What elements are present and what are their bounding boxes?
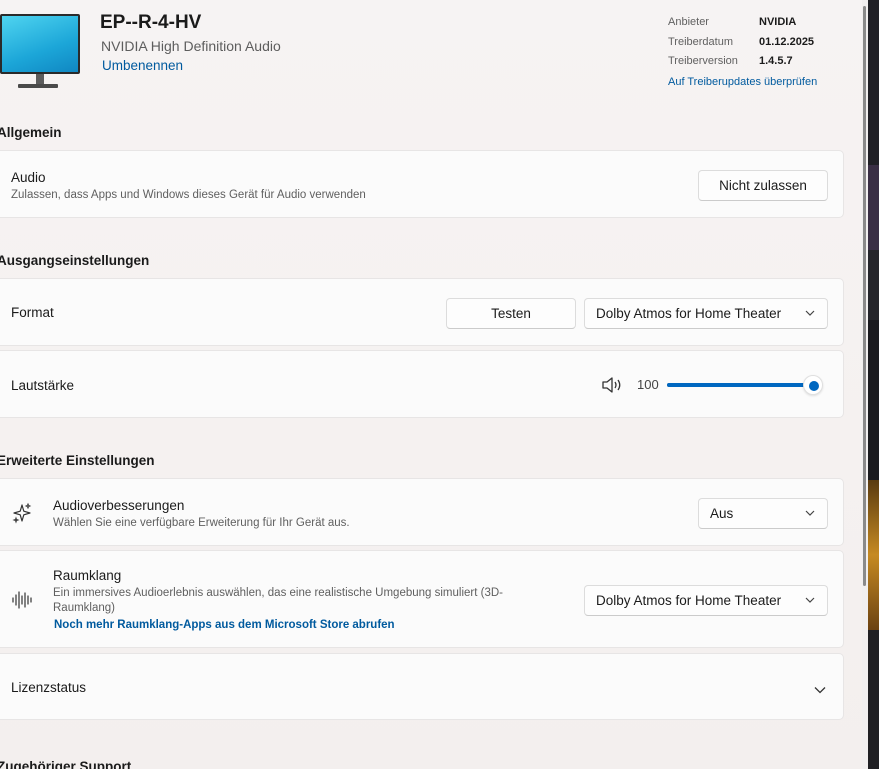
background-desktop xyxy=(868,0,879,769)
sparkle-icon xyxy=(11,502,33,524)
format-label: Format xyxy=(11,305,54,320)
spatial-sound-select[interactable]: Dolby Atmos for Home Theater xyxy=(584,585,828,616)
driver-info-row: Treiberdatum 01.12.2025 xyxy=(668,36,817,56)
driver-info-key: Treiberdatum xyxy=(668,35,734,48)
section-heading-support: Zugehöriger Support xyxy=(0,759,132,769)
enhancements-description: Wählen Sie eine verfügbare Erweiterung f… xyxy=(53,517,350,529)
license-status-label: Lizenzstatus xyxy=(11,680,87,695)
driver-info-value: 01.12.2025 xyxy=(759,35,815,48)
device-name: EP--R-4-HV xyxy=(100,12,202,33)
driver-info-value: NVIDIA xyxy=(759,16,797,28)
license-status-card[interactable]: Lizenzstatus xyxy=(0,653,844,720)
scrollbar-thumb[interactable] xyxy=(863,6,866,586)
volume-value: 100 xyxy=(637,377,659,392)
volume-card: Lautstärke 100 xyxy=(0,350,844,418)
volume-slider[interactable] xyxy=(667,375,823,395)
section-heading-advanced: Erweiterte Einstellungen xyxy=(0,453,155,468)
driver-update-link[interactable]: Auf Treiberupdates überprüfen xyxy=(668,76,817,88)
spatial-sound-card: Raumklang Ein immersives Audioerlebnis a… xyxy=(0,550,844,648)
volume-slider-fill xyxy=(667,383,807,387)
rename-link[interactable]: Umbenennen xyxy=(102,58,183,73)
audio-description: Zulassen, dass Apps und Windows dieses G… xyxy=(11,189,366,201)
volume-slider-thumb[interactable] xyxy=(803,375,823,395)
volume-label: Lautstärke xyxy=(11,378,75,393)
spatial-sound-label: Raumklang xyxy=(53,568,122,583)
store-link[interactable]: Noch mehr Raumklang-Apps aus dem Microso… xyxy=(54,619,395,631)
format-card: Format Testen Dolby Atmos for Home Theat… xyxy=(0,278,844,346)
audio-label: Audio xyxy=(11,170,46,185)
driver-info: Anbieter NVIDIA Treiberdatum 01.12.2025 … xyxy=(668,16,817,88)
chevron-down-icon xyxy=(805,595,815,605)
enhancements-select[interactable]: Aus xyxy=(698,498,828,529)
device-driver-name: NVIDIA High Definition Audio xyxy=(101,38,281,54)
spatial-sound-select-value: Dolby Atmos for Home Theater xyxy=(596,593,782,608)
enhancements-label: Audioverbesserungen xyxy=(53,498,185,513)
driver-info-key: Treiberversion xyxy=(668,55,738,67)
section-heading-output: Ausgangseinstellungen xyxy=(0,253,150,268)
sound-wave-icon xyxy=(11,589,33,611)
driver-info-key: Anbieter xyxy=(668,16,709,28)
driver-info-row: Treiberversion 1.4.5.7 xyxy=(668,55,817,75)
chevron-down-icon xyxy=(805,308,815,318)
monitor-icon xyxy=(0,14,82,90)
format-select-value: Dolby Atmos for Home Theater xyxy=(596,306,782,321)
format-select[interactable]: Dolby Atmos for Home Theater xyxy=(584,298,828,329)
spatial-sound-description: Ein immersives Audioerlebnis auswählen, … xyxy=(53,587,503,614)
speaker-icon[interactable] xyxy=(601,376,623,394)
section-heading-general: Allgemein xyxy=(0,125,62,140)
enhancements-card: Audioverbesserungen Wählen Sie eine verf… xyxy=(0,478,844,546)
test-button[interactable]: Testen xyxy=(446,298,576,329)
driver-info-value: 1.4.5.7 xyxy=(759,55,793,67)
sound-device-properties-window: EP--R-4-HV NVIDIA High Definition Audio … xyxy=(0,0,862,769)
enhancements-select-value: Aus xyxy=(710,506,734,521)
chevron-down-icon xyxy=(805,508,815,518)
disallow-audio-button[interactable]: Nicht zulassen xyxy=(698,170,828,201)
chevron-down-icon[interactable] xyxy=(814,682,826,700)
audio-card: Audio Zulassen, dass Apps und Windows di… xyxy=(0,150,844,218)
driver-info-row: Anbieter NVIDIA xyxy=(668,16,817,36)
